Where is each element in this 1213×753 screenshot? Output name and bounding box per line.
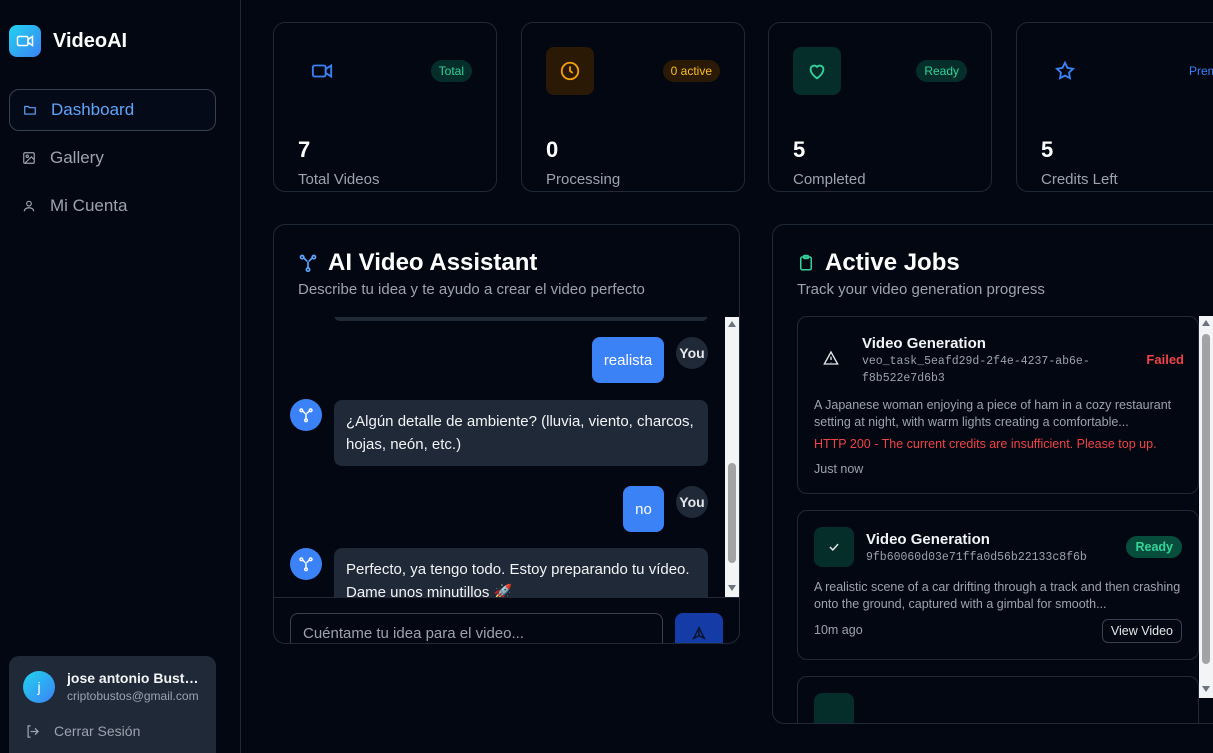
job-description: A realistic scene of a car drifting thro… [814, 580, 1181, 611]
assistant-panel: AI Video Assistant Describe tu idea y te… [273, 224, 740, 644]
bot-avatar-icon [290, 399, 322, 431]
user-email: criptobustos@gmail.com [67, 689, 199, 703]
heart-icon [793, 47, 841, 95]
send-button[interactable] [675, 613, 723, 643]
jobs-scrollbar[interactable] [1199, 316, 1213, 698]
bot-message: ¿Algún detalle de ambiente? (lluvia, vie… [334, 400, 708, 466]
bot-message: Perfecto, ya tengo todo. Estoy preparand… [334, 548, 708, 597]
job-title: Video Generation [866, 531, 990, 548]
chat-scrollbar[interactable] [725, 317, 739, 597]
avatar: j [23, 670, 55, 703]
clock-icon [546, 47, 594, 95]
video-icon [298, 47, 346, 95]
you-avatar: You [676, 337, 708, 369]
status-badge: Ready [1126, 536, 1182, 558]
sidebar-item-label: Gallery [50, 148, 104, 167]
scroll-thumb[interactable] [1202, 334, 1210, 664]
scroll-thumb[interactable] [728, 463, 736, 563]
chat-input-row [274, 597, 739, 643]
scroll-up-icon[interactable] [728, 321, 736, 327]
stat-label: Credits Left [1041, 171, 1118, 188]
stat-card-completed: Ready 5 Completed [768, 22, 992, 192]
logout-icon [25, 724, 40, 739]
scroll-up-icon[interactable] [1202, 320, 1210, 326]
video-logo-icon [9, 25, 41, 57]
assistant-subtitle: Describe tu idea y te ayudo a crear el v… [298, 281, 645, 298]
user-name: jose antonio Bustos [67, 670, 199, 686]
sidebar-item-account[interactable]: Mi Cuenta [9, 185, 216, 227]
jobs-subtitle: Track your video generation progress [797, 281, 1045, 298]
user-icon [22, 199, 36, 213]
image-icon [22, 151, 36, 165]
logout-label: Cerrar Sesión [54, 723, 141, 739]
stat-label: Processing [546, 171, 621, 188]
send-icon [692, 626, 706, 640]
sidebar-nav: Dashboard Gallery Mi Cuenta [9, 89, 216, 233]
clipboard-icon [797, 254, 815, 272]
job-card[interactable] [797, 676, 1199, 723]
stat-value: 7 [298, 137, 311, 162]
bot-avatar-icon [290, 548, 322, 580]
job-error: HTTP 200 - The current credits are insuf… [814, 437, 1157, 451]
job-card[interactable]: Video Generation 9fb60060d03e71ffa0d56b2… [797, 510, 1199, 660]
stat-label: Completed [793, 171, 866, 188]
you-avatar: You [676, 486, 708, 518]
job-card[interactable]: Video Generation veo_task_5eafd29d-2f4e-… [797, 316, 1199, 494]
message-bubble [334, 317, 708, 321]
logout-button[interactable]: Cerrar Sesión [23, 723, 202, 739]
sidebar-item-label: Mi Cuenta [50, 196, 128, 215]
status-badge: 0 active [662, 60, 720, 82]
job-id: 9fb60060d03e71ffa0d56b22133c8f6b [866, 551, 1087, 564]
stat-card-total: Total 7 Total Videos [273, 22, 497, 192]
job-time: Just now [814, 462, 864, 476]
brand[interactable]: VideoAI [9, 25, 127, 57]
active-jobs-panel: Active Jobs Track your video generation … [772, 224, 1213, 724]
stat-label: Total Videos [298, 171, 380, 188]
job-id: veo_task_5eafd29d-2f4e-4237-ab6e-f8b522e… [862, 355, 1090, 385]
status-badge: Failed [1146, 352, 1184, 367]
chat-input[interactable] [290, 613, 663, 643]
sidebar-item-dashboard[interactable]: Dashboard [9, 89, 216, 131]
user-message: no [623, 486, 664, 532]
status-badge: Premium [1188, 64, 1213, 78]
jobs-title: Active Jobs [797, 249, 960, 277]
scroll-down-icon[interactable] [1202, 686, 1210, 692]
stat-value: 0 [546, 137, 559, 162]
folder-icon [23, 103, 37, 117]
view-video-button[interactable]: View Video [1101, 619, 1182, 643]
assistant-title: AI Video Assistant [298, 249, 537, 277]
stat-card-processing: 0 active 0 Processing [521, 22, 745, 192]
bot-icon [298, 253, 318, 273]
user-message: realista [592, 337, 664, 383]
stat-value: 5 [1041, 137, 1054, 162]
stat-value: 5 [793, 137, 806, 162]
user-card: j jose antonio Bustos criptobustos@gmail… [9, 656, 216, 753]
check-icon [814, 693, 854, 723]
status-badge: Total [430, 60, 472, 82]
scroll-down-icon[interactable] [728, 585, 736, 591]
brand-name: VideoAI [53, 29, 128, 52]
sidebar: VideoAI Dashboard Gallery Mi Cuenta j jo… [0, 0, 241, 753]
sidebar-item-label: Dashboard [51, 100, 135, 119]
stat-card-credits: Premium 5 Credits Left [1016, 22, 1213, 192]
job-title: Video Generation [862, 335, 986, 352]
job-description: A Japanese woman enjoying a piece of ham… [814, 398, 1172, 429]
star-icon [1041, 47, 1089, 95]
sidebar-item-gallery[interactable]: Gallery [9, 137, 216, 179]
check-icon [814, 527, 854, 567]
warning-icon [823, 350, 839, 366]
chat-messages[interactable]: realista You ¿Algún detalle de ambiente?… [274, 317, 739, 597]
status-badge: Ready [916, 60, 967, 82]
job-time: 10m ago [814, 623, 863, 637]
